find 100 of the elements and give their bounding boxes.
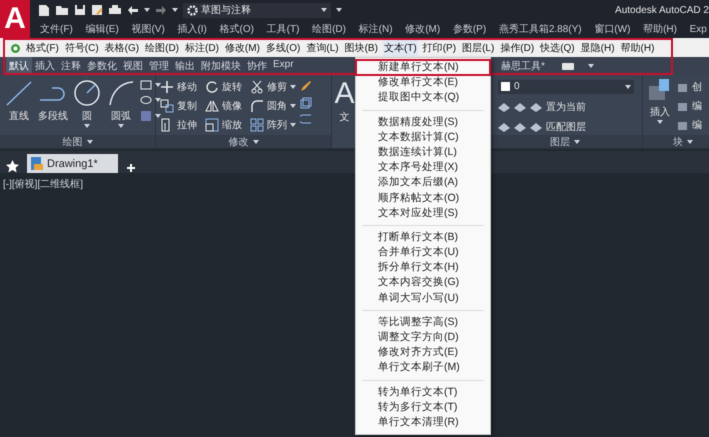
layers-icon[interactable] [300, 97, 312, 109]
rotate-icon[interactable] [205, 80, 219, 94]
menu-item[interactable]: 文本对应处理(S) [356, 206, 490, 221]
menu-item[interactable]: 转为单行文本(T) [356, 384, 490, 400]
ribbon-tab[interactable]: 插入 [32, 57, 58, 75]
menu-item[interactable]: 符号(C) [64, 40, 100, 56]
menu-item[interactable]: 文本序号处理(X) [356, 160, 490, 176]
menu-item[interactable]: 参数(P) [452, 22, 486, 36]
mirror-icon[interactable] [205, 99, 219, 113]
menu-item[interactable]: 显隐(H) [580, 40, 616, 56]
caret-icon[interactable] [290, 123, 296, 127]
circle-icon[interactable] [72, 78, 102, 108]
offset-icon[interactable] [300, 114, 312, 124]
menu-item[interactable]: 绘图(D) [312, 22, 346, 36]
scale-icon[interactable] [205, 118, 219, 132]
tool-label[interactable]: 圆 [82, 109, 92, 123]
file-tab[interactable]: Drawing1* [27, 154, 118, 173]
ribbon-tab[interactable]: 管理 [146, 57, 172, 75]
pencil-icon[interactable] [300, 80, 312, 92]
menu-item[interactable]: 标注(D) [184, 40, 220, 56]
tool-label[interactable]: 旋转 [222, 80, 242, 94]
move-icon[interactable] [160, 80, 174, 94]
menu-item[interactable]: 文本内容交换(G) [356, 275, 490, 291]
tool-label[interactable]: 创 [692, 80, 702, 94]
viewport-label[interactable]: [-][俯视][二维线框] [0, 173, 86, 195]
caret-icon[interactable] [172, 8, 178, 12]
caret-icon[interactable] [687, 140, 693, 144]
menu-item[interactable]: 数据连续计算(L) [356, 144, 490, 160]
ribbon-tab[interactable]: 视图 [120, 57, 146, 75]
caret-icon[interactable] [625, 84, 631, 88]
menu-item[interactable]: 图块(B) [344, 40, 379, 56]
caret-icon[interactable] [155, 114, 161, 118]
print-icon[interactable] [108, 4, 122, 16]
layer-tool-icon[interactable] [530, 122, 542, 132]
tool-label[interactable]: 缩放 [222, 118, 242, 132]
menu-item[interactable]: 打断单行文本(B) [356, 230, 490, 246]
menu-item[interactable]: 快选(Q) [539, 40, 576, 56]
tool-label[interactable]: 匹配图层 [546, 120, 586, 134]
menu-item[interactable]: Exp [690, 24, 707, 34]
panel-label[interactable]: 块 [673, 134, 683, 148]
panel-label[interactable]: 图层 [550, 134, 570, 148]
menu-item[interactable]: 调整文字方向(D) [356, 330, 490, 346]
block-tool-icon[interactable] [677, 100, 689, 112]
menu-item[interactable]: 工具(T) [266, 22, 300, 36]
array-icon[interactable] [250, 118, 264, 132]
menu-item[interactable]: 标注(N) [358, 22, 393, 36]
panel-label[interactable]: 修改 [228, 134, 248, 148]
folder-icon[interactable] [55, 4, 69, 16]
layer-tool-icon[interactable] [530, 102, 542, 112]
layer-tool-icon[interactable] [514, 102, 526, 112]
menu-item[interactable]: 修改(M) [224, 40, 261, 56]
tool-label[interactable]: 文 [340, 110, 350, 124]
plugin-logo-icon[interactable] [10, 42, 21, 54]
menu-item[interactable]: 新建单行文本(N) [356, 60, 490, 76]
layer-tool-icon[interactable] [514, 122, 526, 132]
plus-icon[interactable] [126, 163, 136, 173]
caret-icon[interactable] [155, 98, 161, 102]
tool-label[interactable]: 编 [692, 118, 702, 132]
menu-item[interactable]: 表格(G) [104, 40, 140, 56]
redo-icon[interactable] [155, 5, 167, 15]
caret-icon[interactable] [657, 120, 663, 124]
menu-item[interactable]: 燕秀工具箱2.88(Y) [498, 22, 582, 36]
layer-tool-icon[interactable] [498, 102, 510, 112]
menu-item[interactable]: 修改对齐方式(E) [356, 345, 490, 360]
tool-label[interactable]: 复制 [177, 99, 197, 113]
menu-item[interactable]: 转为多行文本(T) [356, 400, 490, 415]
app-logo[interactable]: A [0, 0, 30, 38]
undo-icon[interactable] [127, 5, 139, 15]
star-icon[interactable] [6, 160, 19, 173]
menu-item[interactable]: 拆分单行文本(H) [356, 260, 490, 276]
menu-item[interactable]: 添加文本后缀(A) [356, 175, 490, 190]
menu-item[interactable]: 多线(O) [264, 40, 302, 56]
caret-icon[interactable] [290, 104, 296, 108]
menu-item[interactable]: 单行文本清理(R) [356, 414, 490, 430]
menu-item[interactable]: 数据精度处理(S) [356, 114, 490, 130]
menu-item[interactable]: 单词大写小写(U) [356, 290, 490, 306]
ribbon-tab[interactable]: Expr [270, 57, 297, 75]
tool-label[interactable]: 圆角 [267, 99, 287, 113]
tool-label[interactable]: 镜像 [222, 99, 242, 113]
menu-item[interactable]: 窗口(W) [594, 22, 630, 36]
menu-item[interactable]: 等比调整字高(S) [356, 314, 490, 330]
gear-icon[interactable] [187, 4, 198, 16]
menu-item[interactable]: 文本数据计算(C) [356, 130, 490, 145]
menu-item[interactable]: 修改(M) [405, 22, 440, 36]
block-tool-icon[interactable] [677, 119, 689, 131]
rectangle-icon[interactable] [140, 80, 152, 90]
tool-label[interactable]: 编 [692, 99, 702, 113]
tool-label[interactable]: 插入 [650, 105, 670, 119]
layer-dropdown[interactable]: 0 [498, 80, 634, 94]
menu-item[interactable]: 单行文本刷子(M) [356, 360, 490, 376]
text-tool-icon[interactable]: A [334, 78, 355, 110]
caret-icon[interactable] [155, 83, 161, 87]
menu-item[interactable]: 图层(L) [461, 40, 496, 56]
menu-item[interactable]: 编辑(E) [85, 22, 119, 36]
tool-label[interactable]: 圆弧 [111, 109, 131, 123]
menu-item[interactable]: 修改单行文本(E) [356, 75, 490, 90]
new-file-icon[interactable] [38, 4, 50, 16]
ribbon-tab[interactable]: 注释 [58, 57, 84, 75]
menu-item[interactable]: 绘图(D) [144, 40, 180, 56]
panel-label[interactable]: 绘图 [62, 134, 82, 148]
